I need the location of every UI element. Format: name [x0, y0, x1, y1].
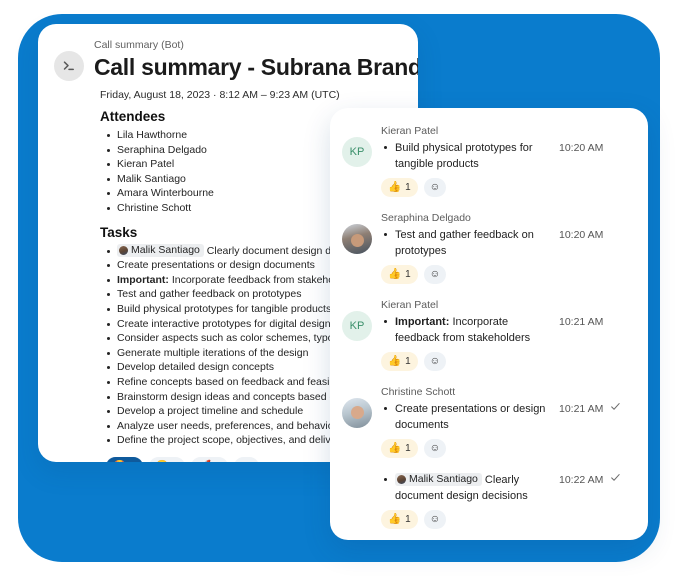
- thumbs-up-reaction[interactable]: 👍 1: [381, 265, 418, 284]
- thumbs-up-reaction[interactable]: 👍 1: [381, 510, 418, 529]
- message-body: Seraphina Delgado Test and gather feedbac…: [381, 211, 634, 284]
- message-author: Kieran Patel: [381, 299, 439, 311]
- add-reaction-icon[interactable]: ☺: [423, 352, 447, 371]
- reaction-emoji: 😎: [156, 461, 169, 462]
- message-body: Malik Santiago Clearly document design d…: [381, 472, 634, 529]
- call-datetime-meta: Friday, August 18, 2023 · 8:12 AM – 9:23…: [100, 89, 340, 101]
- message-reaction-bar: 👍 1 ☺: [381, 265, 634, 284]
- reaction-count: 1: [405, 269, 411, 280]
- message-author: Seraphina Delgado: [381, 212, 471, 224]
- reaction-emoji: 👍: [388, 355, 402, 368]
- message-row: Create presentations or design documents…: [381, 401, 634, 433]
- reaction-emoji: ☺: [429, 513, 441, 526]
- message-item: Malik Santiago Clearly document design d…: [381, 472, 634, 529]
- message-item: Seraphina Delgado Test and gather feedbac…: [342, 211, 634, 284]
- message-body: Christine Schott Create presentations or …: [381, 385, 634, 458]
- mention-name: Malik Santiago: [409, 473, 478, 485]
- message-timestamp: 10:21 AM: [559, 316, 604, 328]
- message-row: Important: Incorporate feedback from sta…: [381, 314, 634, 346]
- message-item: KP Kieran Patel Important: Incorporate fee…: [342, 298, 634, 371]
- message-text: Test and gather feedback on prototypes: [381, 227, 553, 259]
- message-important-prefix: Important:: [395, 316, 450, 328]
- message-row: Test and gather feedback on prototypes 10…: [381, 227, 634, 259]
- message-timestamp: 10:20 AM: [559, 142, 604, 154]
- mention-avatar-icon: [397, 475, 406, 484]
- reaction-emoji: ☺: [241, 461, 252, 462]
- reaction-count: 1: [405, 182, 411, 193]
- reaction-count: 1: [405, 514, 411, 525]
- thumbs-up-reaction[interactable]: 👍 1: [381, 352, 418, 371]
- thumbs-up-reaction[interactable]: 👍 1: [381, 178, 418, 197]
- reaction-emoji: ☺: [429, 268, 441, 281]
- terminal-prompt-icon: [54, 51, 84, 81]
- reaction-count: 3: [130, 457, 136, 462]
- message-row: Malik Santiago Clearly document design d…: [381, 472, 634, 504]
- message-reaction-bar: 👍 1 ☺: [381, 439, 634, 458]
- task-important-prefix: Important:: [117, 273, 169, 286]
- add-reaction-icon[interactable]: ☺: [423, 510, 447, 529]
- checkmark-icon: [609, 401, 622, 412]
- reaction-count: 1: [215, 457, 221, 462]
- message-timestamp: 10:22 AM: [559, 474, 604, 486]
- star-struck-reaction[interactable]: 🤩3: [106, 456, 143, 462]
- bot-label: Call summary (Bot): [94, 39, 184, 51]
- reaction-emoji: ☺: [429, 181, 441, 194]
- message-author: Kieran Patel: [381, 125, 439, 137]
- reaction-emoji: 🚀: [198, 461, 211, 462]
- avatar[interactable]: [342, 224, 372, 254]
- reaction-count: 1: [405, 443, 411, 454]
- add-reaction-icon[interactable]: ☺: [423, 265, 447, 284]
- message-text: Malik Santiago Clearly document design d…: [381, 472, 553, 504]
- mention-name: Malik Santiago: [131, 243, 200, 256]
- mention-chip[interactable]: Malik Santiago: [117, 243, 204, 257]
- reaction-emoji: 👍: [388, 442, 402, 455]
- reaction-emoji: 👍: [388, 181, 402, 194]
- avatar[interactable]: KP: [342, 137, 372, 167]
- message-body: Kieran Patel Important: Incorporate feedb…: [381, 298, 634, 371]
- message-reaction-bar: 👍 1 ☺: [381, 352, 634, 371]
- message-item: KP Kieran Patel Build physical prototypes …: [342, 124, 634, 197]
- reaction-emoji: 👍: [388, 513, 402, 526]
- message-row: Build physical prototypes for tangible p…: [381, 140, 634, 172]
- message-list: KP Kieran Patel Build physical prototypes …: [342, 124, 634, 529]
- rocket-reaction[interactable]: 🚀1: [191, 456, 228, 462]
- reaction-count: 1: [173, 457, 179, 462]
- message-text: Create presentations or design documents: [381, 401, 553, 433]
- reaction-emoji: 🤩: [113, 461, 126, 462]
- message-item: Christine Schott Create presentations or …: [342, 385, 634, 458]
- message-body: Kieran Patel Build physical prototypes fo…: [381, 124, 634, 197]
- sunglasses-reaction[interactable]: 😎1: [148, 456, 186, 462]
- message-reaction-bar: 👍 1 ☺: [381, 510, 634, 529]
- add-reaction-icon[interactable]: ☺: [233, 456, 259, 462]
- reaction-emoji: ☺: [429, 355, 441, 368]
- reaction-emoji: 👍: [388, 268, 402, 281]
- message-text: Important: Incorporate feedback from sta…: [381, 314, 553, 346]
- avatar[interactable]: [342, 398, 372, 428]
- add-reaction-icon[interactable]: ☺: [423, 178, 447, 197]
- summary-header: Call summary (Bot) Call summary - Subran…: [54, 38, 418, 81]
- checkmark-icon: [609, 472, 622, 483]
- message-author: Christine Schott: [381, 386, 456, 398]
- thread-card: KP Kieran Patel Build physical prototypes …: [330, 108, 648, 540]
- mention-avatar-icon: [119, 245, 128, 255]
- add-reaction-icon[interactable]: ☺: [423, 439, 447, 458]
- thumbs-up-reaction[interactable]: 👍 1: [381, 439, 418, 458]
- screenshot-stage: Call summary (Bot) Call summary - Subran…: [0, 0, 678, 576]
- page-title: Call summary - Subrana Brand: [94, 54, 418, 80]
- message-timestamp: 10:20 AM: [559, 229, 604, 241]
- message-text: Build physical prototypes for tangible p…: [381, 140, 553, 172]
- message-timestamp: 10:21 AM: [559, 403, 604, 415]
- mention-chip[interactable]: Malik Santiago: [395, 473, 482, 486]
- message-reaction-bar: 👍 1 ☺: [381, 178, 634, 197]
- reaction-emoji: ☺: [429, 442, 441, 455]
- reaction-count: 1: [405, 356, 411, 367]
- avatar[interactable]: KP: [342, 311, 372, 341]
